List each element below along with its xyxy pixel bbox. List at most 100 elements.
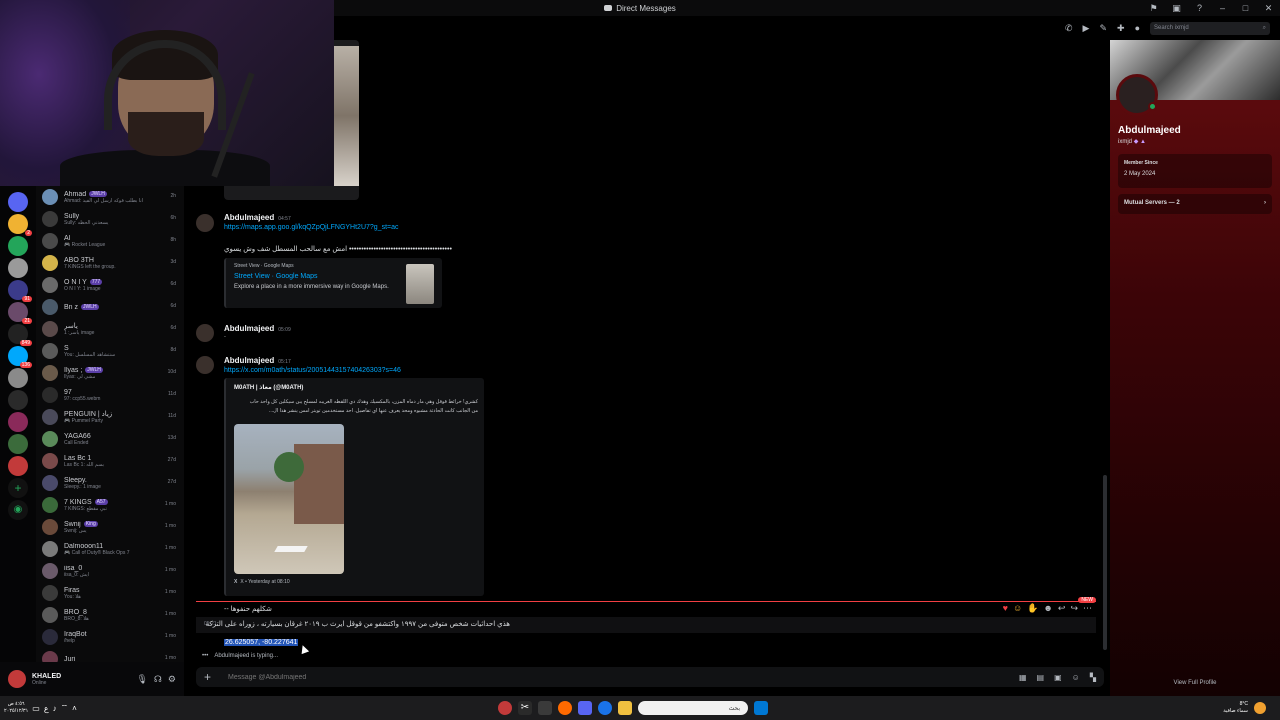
dm-item[interactable]: Juri 1 mo <box>36 648 184 662</box>
embed-thumbnail[interactable] <box>406 264 434 304</box>
avatar[interactable] <box>196 214 214 232</box>
server-icon[interactable] <box>8 368 28 388</box>
server-icon[interactable]: 136 <box>8 346 32 368</box>
dm-item[interactable]: ياسر ياسر: 1 image 6d <box>36 318 184 340</box>
chat-scrollbar[interactable] <box>1103 475 1107 650</box>
message-link[interactable]: https://maps.app.goo.gl/kqQZpQjLFNGYHt2U… <box>224 224 399 231</box>
video-icon[interactable]: ▶ <box>1083 23 1090 34</box>
discord-icon[interactable] <box>578 701 592 715</box>
dm-item[interactable]: iisa_0 iisa_0: ايش 1 mo <box>36 560 184 582</box>
message-link[interactable]: https://x.com/m0ath/status/2005144315740… <box>224 367 401 374</box>
volume-icon[interactable]: ♪ <box>53 704 57 713</box>
mic-icon[interactable]: 🎙 <box>136 674 147 685</box>
notification-icon[interactable]: ▭ <box>32 704 40 713</box>
dm-item[interactable]: Firas You: هلا 1 mo <box>36 582 184 604</box>
dm-item[interactable]: Las Bc 1 Las Bc 1: بسم الله 27d <box>36 450 184 472</box>
call-icon[interactable]: ✆ <box>1065 23 1073 34</box>
dm-item[interactable]: Sleepy. Sleepy.: 1 image 27d <box>36 472 184 494</box>
add-reaction-icon[interactable]: ☻ <box>1043 603 1052 614</box>
capcut-icon[interactable]: ✂ <box>518 701 532 715</box>
server-icon[interactable] <box>8 258 28 278</box>
selected-coordinates[interactable]: 26.625057, -80.227641 <box>224 639 299 646</box>
network-icon[interactable]: ⌔ <box>61 703 69 713</box>
dm-item[interactable]: Ahmad JWLH Ahmad: انا بطلب فوكه ارسل لي ال… <box>36 186 184 208</box>
message-author[interactable]: Abdulmajeed 04:57 <box>224 213 291 222</box>
avatar[interactable] <box>196 324 214 342</box>
pinned-icon[interactable]: ✎ <box>1099 23 1107 34</box>
taskbar-clock[interactable]: ٤:٥٦ ص ٢٠٢٥/١٢/٣١ <box>4 701 28 715</box>
dm-item[interactable]: 97 97: ccp55.webm 11d <box>36 384 184 406</box>
embed-image[interactable] <box>234 424 344 574</box>
pin-icon[interactable]: ⚑ <box>1142 0 1165 16</box>
server-icon[interactable]: 849 <box>8 324 32 346</box>
add-server-icon[interactable]: + <box>8 478 28 498</box>
apps-icon[interactable]: ▚ <box>1090 673 1096 682</box>
dm-item[interactable]: Al 🎮 Rocket League 8h <box>36 230 184 252</box>
author-name[interactable]: Abdulmajeed <box>224 324 274 333</box>
dm-item[interactable]: S You: سنتشاهد المسلسل 8d <box>36 340 184 362</box>
lang-indicator[interactable]: ع <box>44 704 49 713</box>
dm-item[interactable]: Sully Sully: يسعدني الحظه 6h <box>36 208 184 230</box>
heart-reaction-icon[interactable]: ♥ <box>1003 603 1008 614</box>
forward-icon[interactable]: ↪ <box>1070 603 1078 614</box>
dm-item[interactable]: YAGA66 Call Ended 13d <box>36 428 184 450</box>
search-input[interactable]: Search ixmjd ⌕ <box>1150 21 1270 35</box>
app-icon[interactable] <box>498 701 512 715</box>
dm-item[interactable]: O N I Y 777 O N I Y: 1 image 6d <box>36 274 184 296</box>
discover-icon[interactable]: ◉ <box>8 500 28 520</box>
mutual-servers-button[interactable]: Mutual Servers — 2 › <box>1118 194 1272 214</box>
add-friend-icon[interactable]: ✚ <box>1117 23 1125 34</box>
dm-item[interactable]: Swnij King Swnij: يس 1 mo <box>36 516 184 538</box>
weather-widget[interactable]: 8°C سماء صافية <box>1223 701 1266 715</box>
close-button[interactable]: ✕ <box>1257 0 1280 16</box>
author-name[interactable]: Abdulmajeed <box>224 356 274 365</box>
upload-plus-icon[interactable]: + <box>204 670 220 684</box>
profile-icon[interactable]: ● <box>1135 23 1140 33</box>
dm-item[interactable]: PENGUIN | زياد 🎮 Pummel Party 11d <box>36 406 184 428</box>
message-author[interactable]: Abdulmajeed 05:17 <box>224 356 291 365</box>
emoji-icon[interactable]: ☺ <box>1072 673 1080 682</box>
dm-item[interactable]: BRO_8 BRO_8: هلا 1 mo <box>36 604 184 626</box>
settings-gear-icon[interactable]: ⚙ <box>168 674 176 685</box>
dm-item[interactable]: Dalmooon11 🎮 Call of Duty® Black Ops 71 m… <box>36 538 184 560</box>
dm-item[interactable]: IraqBot/help 1 mo <box>36 626 184 648</box>
dm-item[interactable]: Bn z JWLH 6d <box>36 296 184 318</box>
gift-icon[interactable]: ▦ <box>1019 673 1027 682</box>
help-icon[interactable]: ? <box>1188 0 1211 16</box>
view-full-profile-link[interactable]: View Full Profile <box>1110 680 1280 686</box>
gif-icon[interactable]: ▤ <box>1037 673 1045 682</box>
task-view-icon[interactable] <box>538 701 552 715</box>
screen-icon[interactable]: ▣ <box>1165 0 1188 16</box>
server-icon[interactable]: 2 <box>8 214 32 236</box>
server-icon[interactable] <box>8 236 28 256</box>
reply-icon[interactable]: ↩ <box>1058 603 1066 614</box>
dm-item[interactable]: 7 KINGS A57 7 KINGS: تبي مقطع 1 mo <box>36 494 184 516</box>
taskbar-search[interactable]: بحث <box>638 701 748 715</box>
chrome-icon[interactable] <box>598 701 612 715</box>
embed-title[interactable]: Street View · Google Maps <box>234 273 434 280</box>
chevron-up-icon[interactable]: ˄ <box>72 704 77 713</box>
author-name[interactable]: Abdulmajeed <box>224 213 274 222</box>
emoji-reaction-icon[interactable]: ☺ <box>1013 603 1022 614</box>
sticker-icon[interactable]: ▣ <box>1054 673 1062 682</box>
server-icon[interactable] <box>8 456 28 476</box>
server-icon[interactable]: 91 <box>8 280 32 302</box>
message-input[interactable] <box>228 673 1019 681</box>
file-explorer-icon[interactable] <box>618 701 632 715</box>
more-icon[interactable]: ⋯ <box>1083 603 1092 614</box>
server-icon[interactable] <box>8 434 28 454</box>
avatar[interactable] <box>196 356 214 374</box>
dm-item[interactable]: Ilyas ; JWLH Ilyas: مشي لي 10d <box>36 362 184 384</box>
server-icon[interactable] <box>8 192 28 212</box>
pray-reaction-icon[interactable]: ✋ <box>1027 603 1038 614</box>
server-icon[interactable] <box>8 390 28 410</box>
user-avatar[interactable] <box>8 670 26 688</box>
message-author[interactable]: Abdulmajeed 05:09 <box>224 324 291 333</box>
dm-item[interactable]: ABO 3TH 7 KINGS left the group. 3d <box>36 252 184 274</box>
hovered-message[interactable]: 05:21 هذي احداثيات شخص متوفى من ١٩٩٧ واك… <box>196 617 1096 633</box>
embed-provider[interactable]: M0ATH | معاذ (@M0ATH) <box>234 384 303 391</box>
server-icon[interactable] <box>8 412 28 432</box>
windows-start-icon[interactable] <box>754 701 768 715</box>
username[interactable]: KHALED <box>32 673 61 680</box>
profile-avatar[interactable] <box>1116 74 1158 116</box>
